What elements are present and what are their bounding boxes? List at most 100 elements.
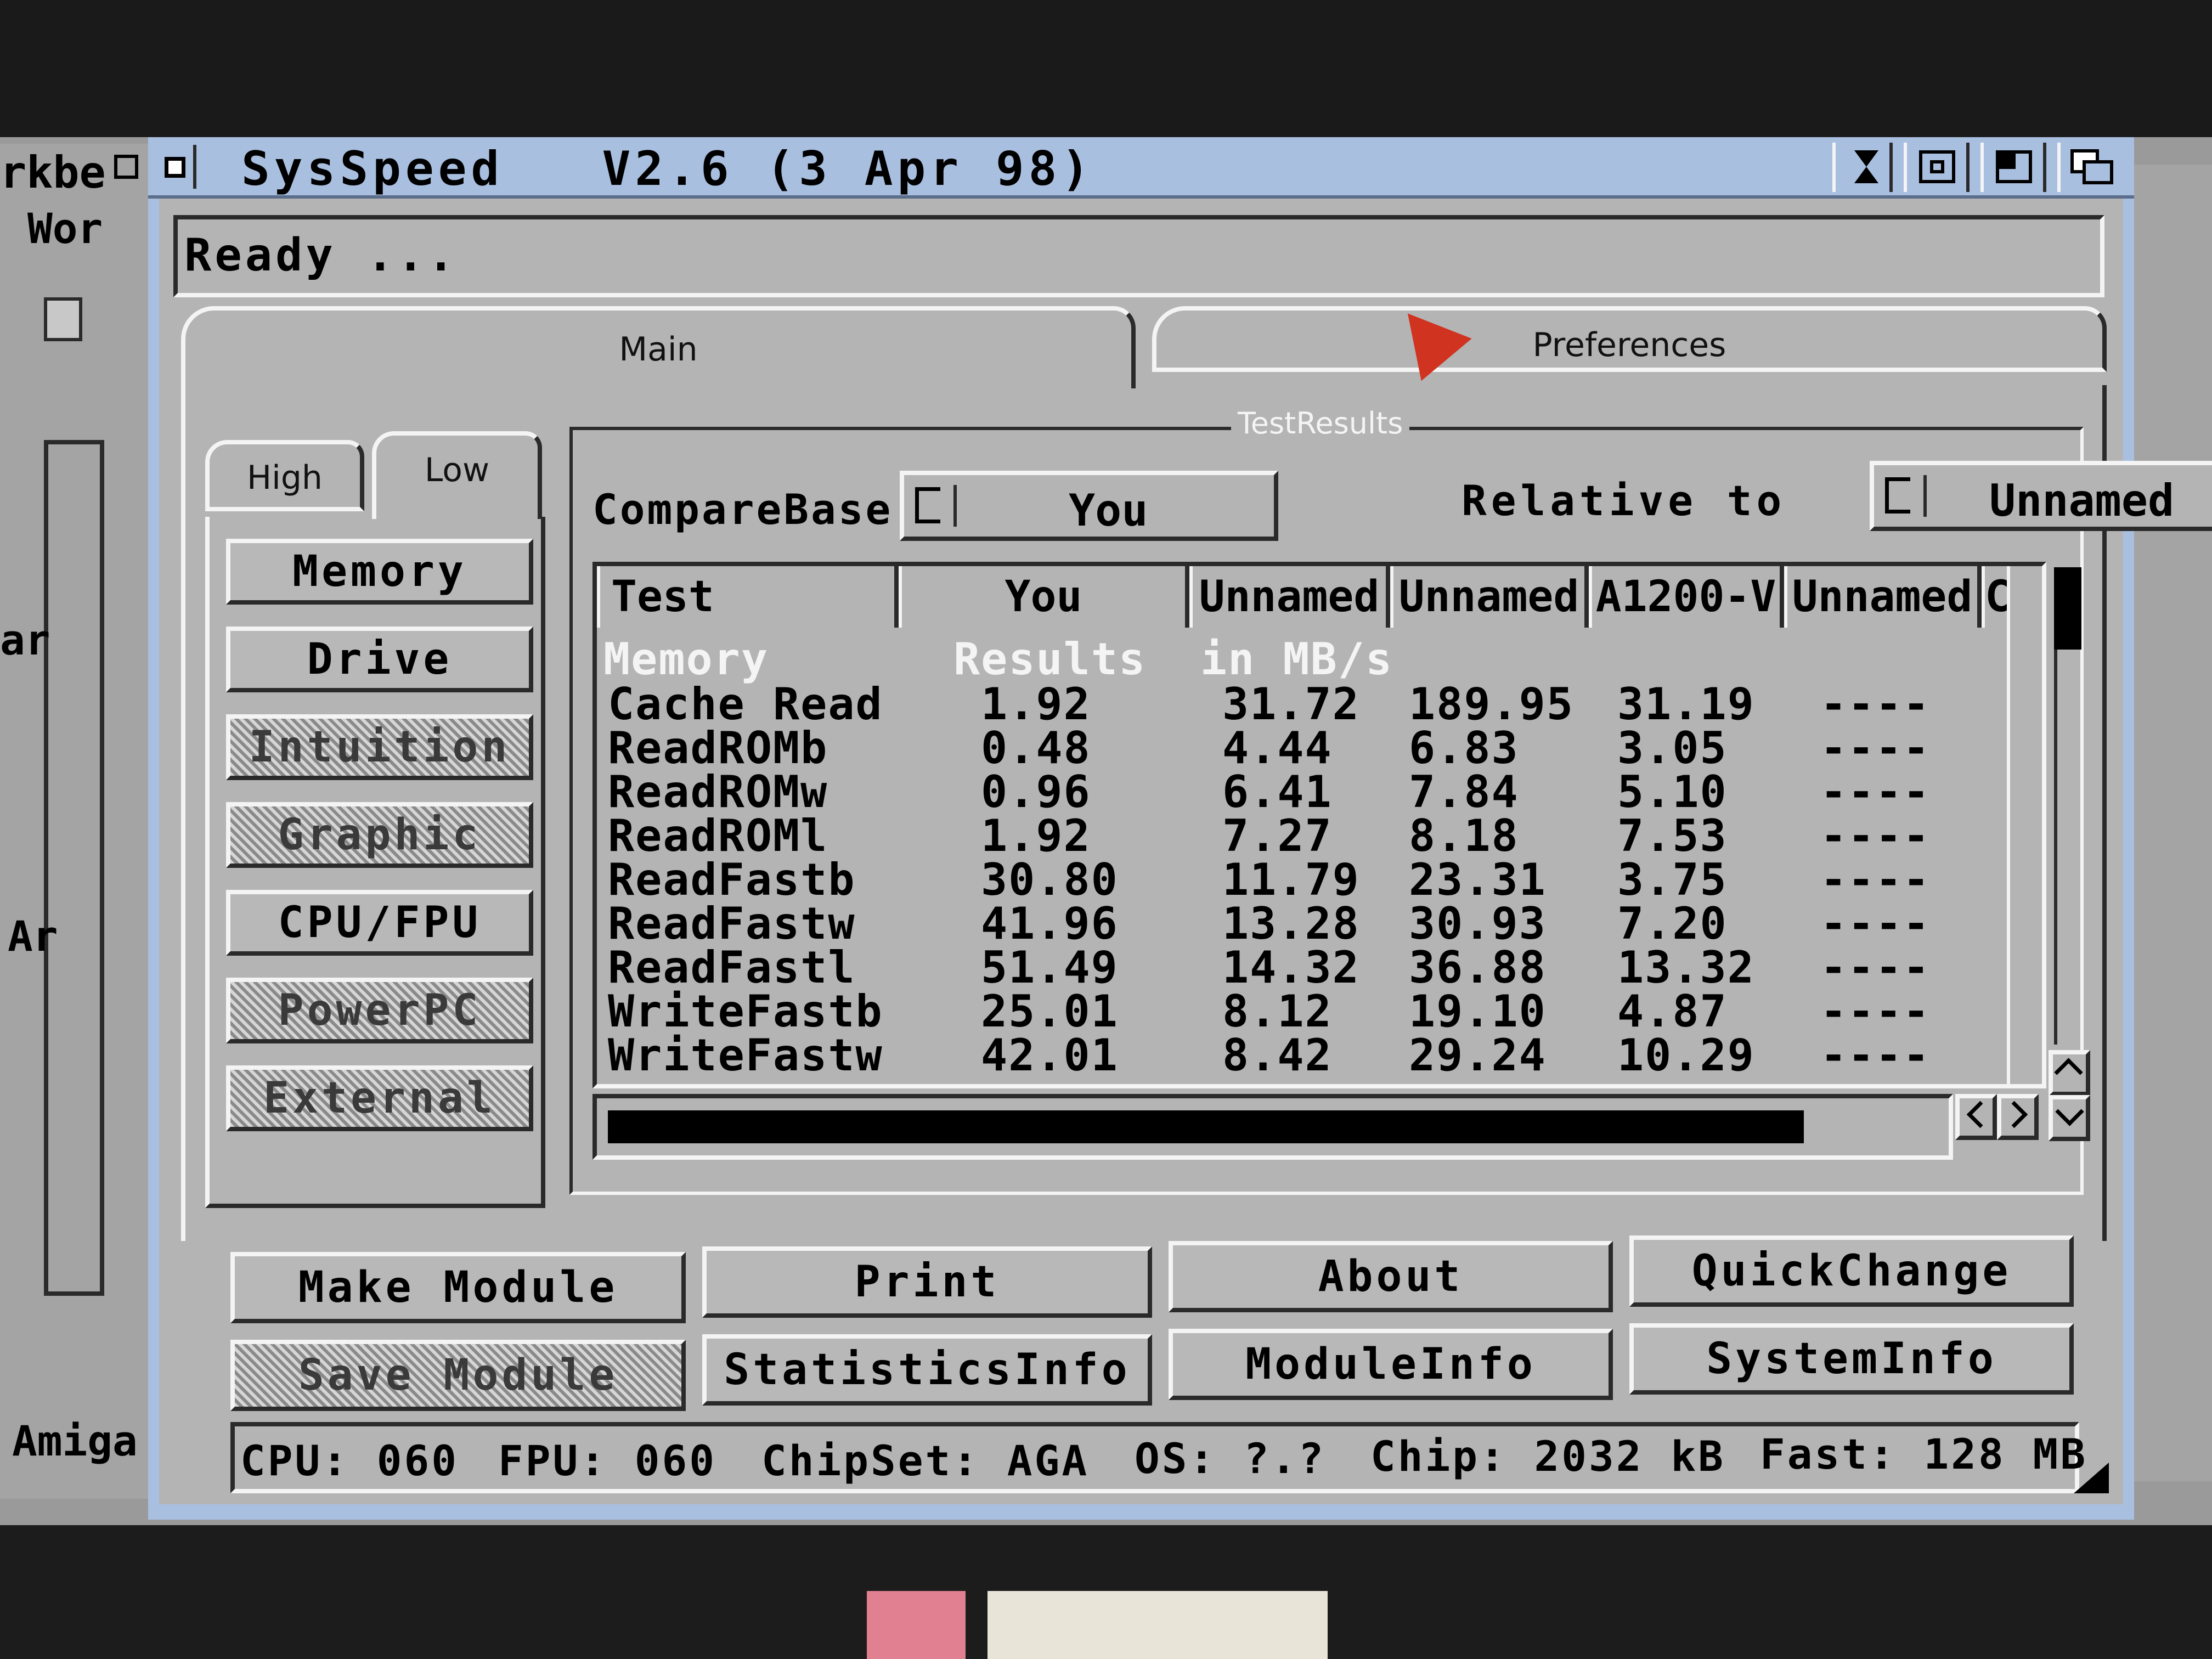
zoom-gadget[interactable] xyxy=(1904,143,1970,192)
cell-you: 51.49 xyxy=(981,942,1119,993)
table-row[interactable]: ReadFastw 41.96 13.28 30.93 7.20 ---- xyxy=(597,902,2001,946)
table-row[interactable]: ReadFastb 30.80 11.79 23.31 3.75 ---- xyxy=(597,858,2001,902)
tab-main[interactable]: Main xyxy=(181,306,1136,388)
window-title: SysSpeed V2.6 (3 Apr 98) xyxy=(241,142,1094,196)
scroll-right-button[interactable] xyxy=(1997,1094,2039,1140)
category-cpu-fpu-button[interactable]: CPU/FPU xyxy=(226,890,533,956)
cell-unnamed-1: 6.41 xyxy=(1222,766,1333,817)
cell-a1200: 5.10 xyxy=(1617,766,1728,817)
cell-you: 25.01 xyxy=(981,986,1119,1037)
cell-a1200: 4.87 xyxy=(1617,986,1728,1037)
cell-unnamed-2: 29.24 xyxy=(1409,1030,1547,1081)
cell-unnamed-2: 19.10 xyxy=(1409,986,1547,1037)
scroll-up-button[interactable] xyxy=(2049,1050,2090,1096)
column-header-unnamed-1[interactable]: Unnamed xyxy=(1189,566,1390,628)
subtab-low[interactable]: Low xyxy=(372,431,542,519)
table-row[interactable]: ReadROMl 1.92 7.27 8.18 7.53 ---- xyxy=(597,814,2001,858)
cell-unnamed-2: 8.18 xyxy=(1409,810,1519,861)
category-external-button[interactable]: External xyxy=(226,1065,533,1131)
cell-you: 41.96 xyxy=(981,898,1119,949)
vertical-scroll-track[interactable] xyxy=(2054,650,2081,1045)
scroll-left-button[interactable] xyxy=(1955,1094,1997,1140)
table-row[interactable]: WriteFastw 42.01 8.42 29.24 10.29 ---- xyxy=(597,1034,2001,1077)
cell-test: ReadROMb xyxy=(608,723,828,774)
depth-icon-front xyxy=(2083,160,2113,184)
vertical-scroll-knob[interactable] xyxy=(2054,567,2081,650)
cell-unnamed-2: 6.83 xyxy=(1409,723,1519,774)
column-header-a1200[interactable]: A1200-V xyxy=(1589,566,1784,628)
comparebase-cycle[interactable]: You xyxy=(900,471,1278,541)
comparebase-value: You xyxy=(1069,485,1148,536)
category-memory-label: Memory xyxy=(292,547,467,596)
fast-memory-info: Fast: 128 MB xyxy=(1760,1430,2088,1479)
statisticsinfo-button[interactable]: StatisticsInfo xyxy=(702,1334,1152,1406)
cell-unnamed-2: 23.31 xyxy=(1409,854,1547,905)
quickchange-button[interactable]: QuickChange xyxy=(1629,1235,2074,1307)
results-rows: Cache Read 1.92 31.72 189.95 31.19 ---- ReadRO… xyxy=(597,682,2001,1084)
results-listview[interactable]: Test You Unnamed Unnamed A1200-V Unnamed… xyxy=(592,562,2046,1088)
test-results-label: TestResults xyxy=(1231,406,1410,441)
comparebase-label: CompareBase xyxy=(592,485,893,534)
background-close-icon[interactable] xyxy=(114,155,138,179)
os-info: OS: ?.? xyxy=(1135,1434,1326,1483)
background-scroll-box[interactable] xyxy=(44,440,104,1296)
cell-unnamed-3: ---- xyxy=(1820,942,1931,993)
category-memory-button[interactable]: Memory xyxy=(226,539,533,605)
moduleinfo-label: ModuleInfo xyxy=(1245,1340,1536,1389)
section-header-units: in MB/s xyxy=(1200,634,1393,685)
cell-a1200: 13.32 xyxy=(1617,942,1755,993)
close-gadget[interactable] xyxy=(154,145,196,189)
maximize-gadget[interactable] xyxy=(1980,143,2046,192)
save-module-button[interactable]: Save Module xyxy=(230,1340,686,1411)
zoom-icon-inner xyxy=(1930,160,1944,173)
systeminfo-button[interactable]: SystemInfo xyxy=(1629,1323,2074,1395)
cell-unnamed-1: 11.79 xyxy=(1222,854,1360,905)
size-gadget[interactable] xyxy=(2063,1454,2123,1503)
table-row[interactable]: Cache Read 1.92 31.72 189.95 31.19 ---- xyxy=(597,682,2001,726)
background-label-amiga: Amiga xyxy=(12,1417,138,1465)
make-module-button[interactable]: Make Module xyxy=(230,1252,686,1323)
table-row[interactable]: ReadROMw 0.96 6.41 7.84 5.10 ---- xyxy=(597,770,2001,814)
column-header-test[interactable]: Test xyxy=(597,566,899,628)
column-header-you[interactable]: You xyxy=(899,566,1189,628)
cell-unnamed-3: ---- xyxy=(1820,898,1931,949)
cycle-icon xyxy=(915,487,940,523)
cell-unnamed-3: ---- xyxy=(1820,1030,1931,1081)
cell-you: 1.92 xyxy=(981,679,1091,730)
subtab-high[interactable]: High xyxy=(205,440,364,511)
vertical-scrollbar[interactable] xyxy=(2007,566,2042,1084)
scroll-down-button[interactable] xyxy=(2049,1095,2090,1141)
horizontal-scrollbar[interactable] xyxy=(592,1094,1953,1160)
cell-unnamed-1: 4.44 xyxy=(1222,723,1333,774)
horizontal-scroll-knob[interactable] xyxy=(608,1110,1804,1143)
table-row[interactable]: WriteFastb 25.01 8.12 19.10 4.87 ---- xyxy=(597,990,2001,1034)
cell-test: ReadFastl xyxy=(608,942,856,993)
column-header-unnamed-2[interactable]: Unnamed xyxy=(1390,566,1589,628)
tab-preferences[interactable]: Preferences xyxy=(1152,306,2107,372)
category-powerpc-button[interactable]: PowerPC xyxy=(226,978,533,1043)
scroll-right-icon xyxy=(2000,1101,2028,1128)
save-module-label: Save Module xyxy=(298,1351,618,1400)
cell-test: WriteFastb xyxy=(608,986,883,1037)
title-bar[interactable]: SysSpeed V2.6 (3 Apr 98) xyxy=(148,137,2134,199)
category-drive-button[interactable]: Drive xyxy=(226,627,533,692)
relative-to-cycle[interactable]: Unnamed xyxy=(1870,461,2212,531)
cell-you: 42.01 xyxy=(981,1030,1119,1081)
table-row[interactable]: ReadFastl 51.49 14.32 36.88 13.32 ---- xyxy=(597,946,2001,990)
background-window-title: rkbe xyxy=(0,147,106,198)
moduleinfo-button[interactable]: ModuleInfo xyxy=(1169,1329,1613,1400)
print-button[interactable]: Print xyxy=(702,1246,1152,1318)
table-row[interactable]: ReadROMb 0.48 4.44 6.83 3.05 ---- xyxy=(597,726,2001,770)
cycle-icon-divider xyxy=(953,485,957,527)
column-header-unnamed-3[interactable]: Unnamed xyxy=(1784,566,1982,628)
about-label: About xyxy=(1318,1252,1464,1301)
cell-unnamed-1: 8.42 xyxy=(1222,1030,1333,1081)
relative-to-label: Relative to xyxy=(1462,476,1786,525)
cell-test: Cache Read xyxy=(608,679,883,730)
about-button[interactable]: About xyxy=(1169,1241,1613,1312)
iconify-gadget[interactable] xyxy=(1832,143,1893,192)
category-graphic-button[interactable]: Graphic xyxy=(226,802,533,868)
test-results-group: TestResults CompareBase You Relative to … xyxy=(569,406,2212,1195)
category-intuition-button[interactable]: Intuition xyxy=(226,714,533,780)
depth-gadget[interactable] xyxy=(2057,143,2123,192)
